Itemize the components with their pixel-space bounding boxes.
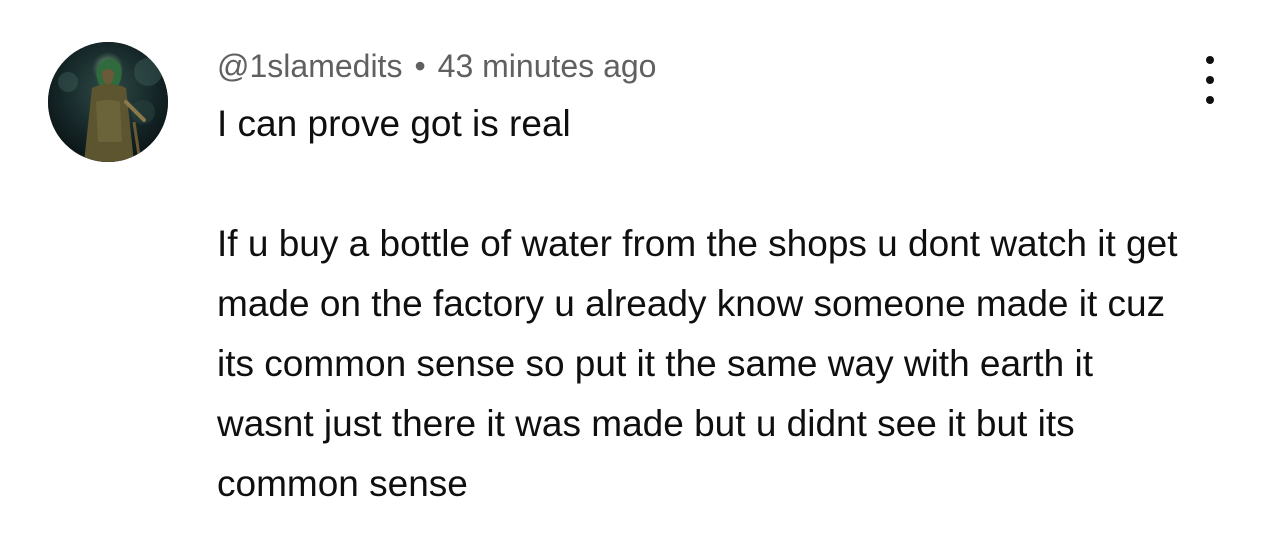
menu-dot xyxy=(1206,96,1214,104)
comment-body: @1slamedits • 43 minutes ago I can prove g… xyxy=(217,44,1207,514)
menu-dot xyxy=(1206,76,1214,84)
comment-text-line1: I can prove got is real xyxy=(217,103,571,144)
comment-text: I can prove got is real If u buy a bottl… xyxy=(217,94,1187,514)
comment-text-body: If u buy a bottle of water from the shop… xyxy=(217,223,1188,504)
meta-separator: • xyxy=(414,48,426,84)
comment-meta: @1slamedits • 43 minutes ago xyxy=(217,44,1207,88)
comment-thread: @1slamedits • 43 minutes ago I can prove g… xyxy=(0,0,1284,549)
menu-dot xyxy=(1206,56,1214,64)
author-handle[interactable]: @1slamedits xyxy=(217,48,402,84)
avatar[interactable] xyxy=(48,42,168,162)
avatar-image xyxy=(48,42,168,162)
more-vertical-icon[interactable] xyxy=(1192,56,1228,104)
comment-timestamp[interactable]: 43 minutes ago xyxy=(438,48,657,84)
